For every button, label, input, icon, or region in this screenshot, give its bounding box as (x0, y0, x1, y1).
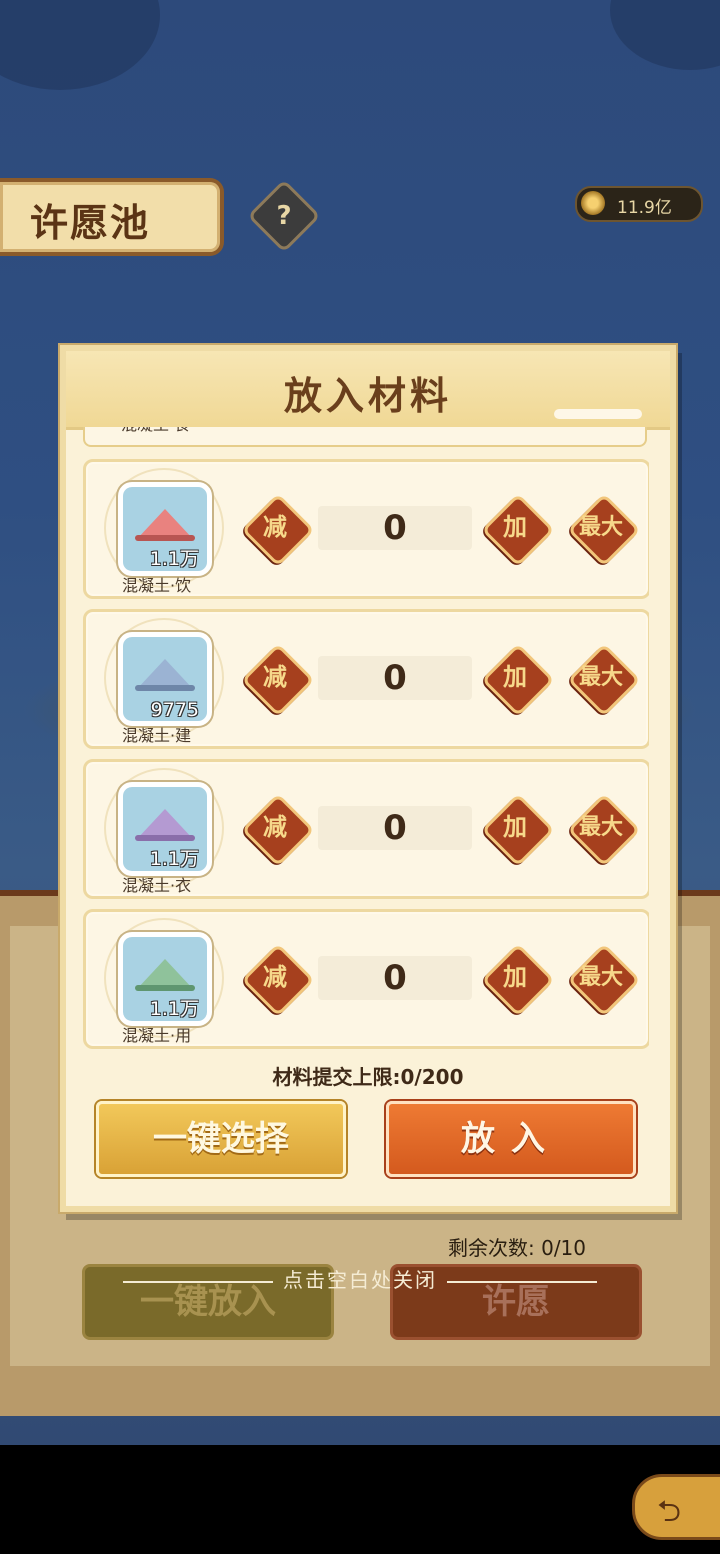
page-title-plate: 许愿池 (0, 178, 224, 256)
item-name: 混凝土·用 (122, 1026, 192, 1045)
material-icon[interactable]: 1.1万 (118, 782, 212, 876)
material-row: 1.1万 混凝土·饮 减 0 加 最大 (83, 459, 649, 599)
back-arrow-icon: ⮌ (657, 1494, 682, 1529)
increase-button[interactable]: 加 (481, 643, 555, 717)
increase-button[interactable]: 加 (481, 943, 555, 1017)
max-label: 最大 (578, 814, 623, 840)
submit-limit-text: 材料提交上限:0/200 (272, 1065, 464, 1089)
item-count: 9775 (150, 699, 199, 721)
max-button[interactable]: 最大 (567, 643, 641, 717)
decrease-label: 减 (263, 962, 287, 991)
header-decoration (554, 409, 642, 419)
quantity-field[interactable]: 0 (318, 656, 472, 700)
increase-label: 加 (503, 962, 527, 991)
max-button[interactable]: 最大 (567, 793, 641, 867)
item-name: 混凝土·饮 (122, 576, 192, 595)
item-count: 1.1万 (149, 998, 199, 1020)
quantity-field[interactable]: 0 (318, 506, 472, 550)
pile-base (135, 535, 195, 541)
help-button[interactable]: ? (247, 179, 321, 253)
max-button[interactable]: 最大 (567, 493, 641, 567)
material-icon[interactable]: 1.1万 (118, 932, 212, 1026)
list-item-partial: 混凝土·食 (83, 427, 647, 447)
increase-button[interactable]: 加 (481, 493, 555, 567)
item-count: 1.1万 (149, 548, 199, 570)
material-row: 1.1万 混凝土·用 减 0 加 最大 (83, 909, 649, 1049)
put-in-button[interactable]: 放入 (386, 1101, 636, 1177)
quantity-field[interactable]: 0 (318, 806, 472, 850)
decrease-button[interactable]: 减 (241, 493, 315, 567)
max-label: 最大 (578, 514, 623, 540)
one-click-select-button[interactable]: 一键选择 (96, 1101, 346, 1177)
material-row: 1.1万 混凝土·衣 减 0 加 最大 (83, 759, 649, 899)
remaining-count: 剩余次数: 0/10 (448, 1236, 587, 1260)
currency-bar: 11.9亿 (575, 186, 703, 222)
put-materials-dialog: 放入材料 混凝土·食 1.1万 混凝土·饮 减 0 加 最大 (60, 345, 676, 1212)
max-label: 最大 (578, 964, 623, 990)
decrease-button[interactable]: 减 (241, 943, 315, 1017)
quantity-field[interactable]: 0 (318, 956, 472, 1000)
increase-label: 加 (503, 512, 527, 541)
foliage-decoration (610, 0, 720, 70)
back-button[interactable]: ⮌ (632, 1474, 720, 1540)
dialog-header: 放入材料 (66, 351, 670, 430)
max-button[interactable]: 最大 (567, 943, 641, 1017)
item-name: 混凝土·建 (122, 726, 192, 745)
increase-label: 加 (503, 662, 527, 691)
pile-base (135, 985, 195, 991)
materials-list[interactable]: 混凝土·食 1.1万 混凝土·饮 减 0 加 最大 (79, 427, 649, 1057)
item-name: 混凝土·衣 (122, 876, 192, 895)
help-icon: ? (276, 201, 292, 231)
decrease-button[interactable]: 减 (241, 793, 315, 867)
item-name: 混凝土·食 (121, 427, 190, 435)
currency-value: 11.9亿 (617, 198, 672, 218)
material-icon[interactable]: 1.1万 (118, 482, 212, 576)
game-scene[interactable]: 许愿池 ? 11.9亿 剩余次数: 0/10 一键放入 许愿 点击空白处关闭 放… (0, 0, 720, 1445)
item-count: 1.1万 (149, 848, 199, 870)
foliage-decoration (0, 0, 160, 90)
decrease-label: 减 (263, 512, 287, 541)
decrease-button[interactable]: 减 (241, 643, 315, 717)
material-row: 9775 混凝土·建 减 0 加 最大 (83, 609, 649, 749)
decrease-label: 减 (263, 812, 287, 841)
close-hint[interactable]: 点击空白处关闭 (0, 1264, 720, 1293)
pile-base (135, 685, 195, 691)
max-label: 最大 (578, 664, 623, 690)
increase-button[interactable]: 加 (481, 793, 555, 867)
page-title: 许愿池 (30, 200, 151, 245)
material-icon[interactable]: 9775 (118, 632, 212, 726)
decrease-label: 减 (263, 662, 287, 691)
coin-icon (581, 191, 605, 215)
pile-base (135, 835, 195, 841)
increase-label: 加 (503, 812, 527, 841)
